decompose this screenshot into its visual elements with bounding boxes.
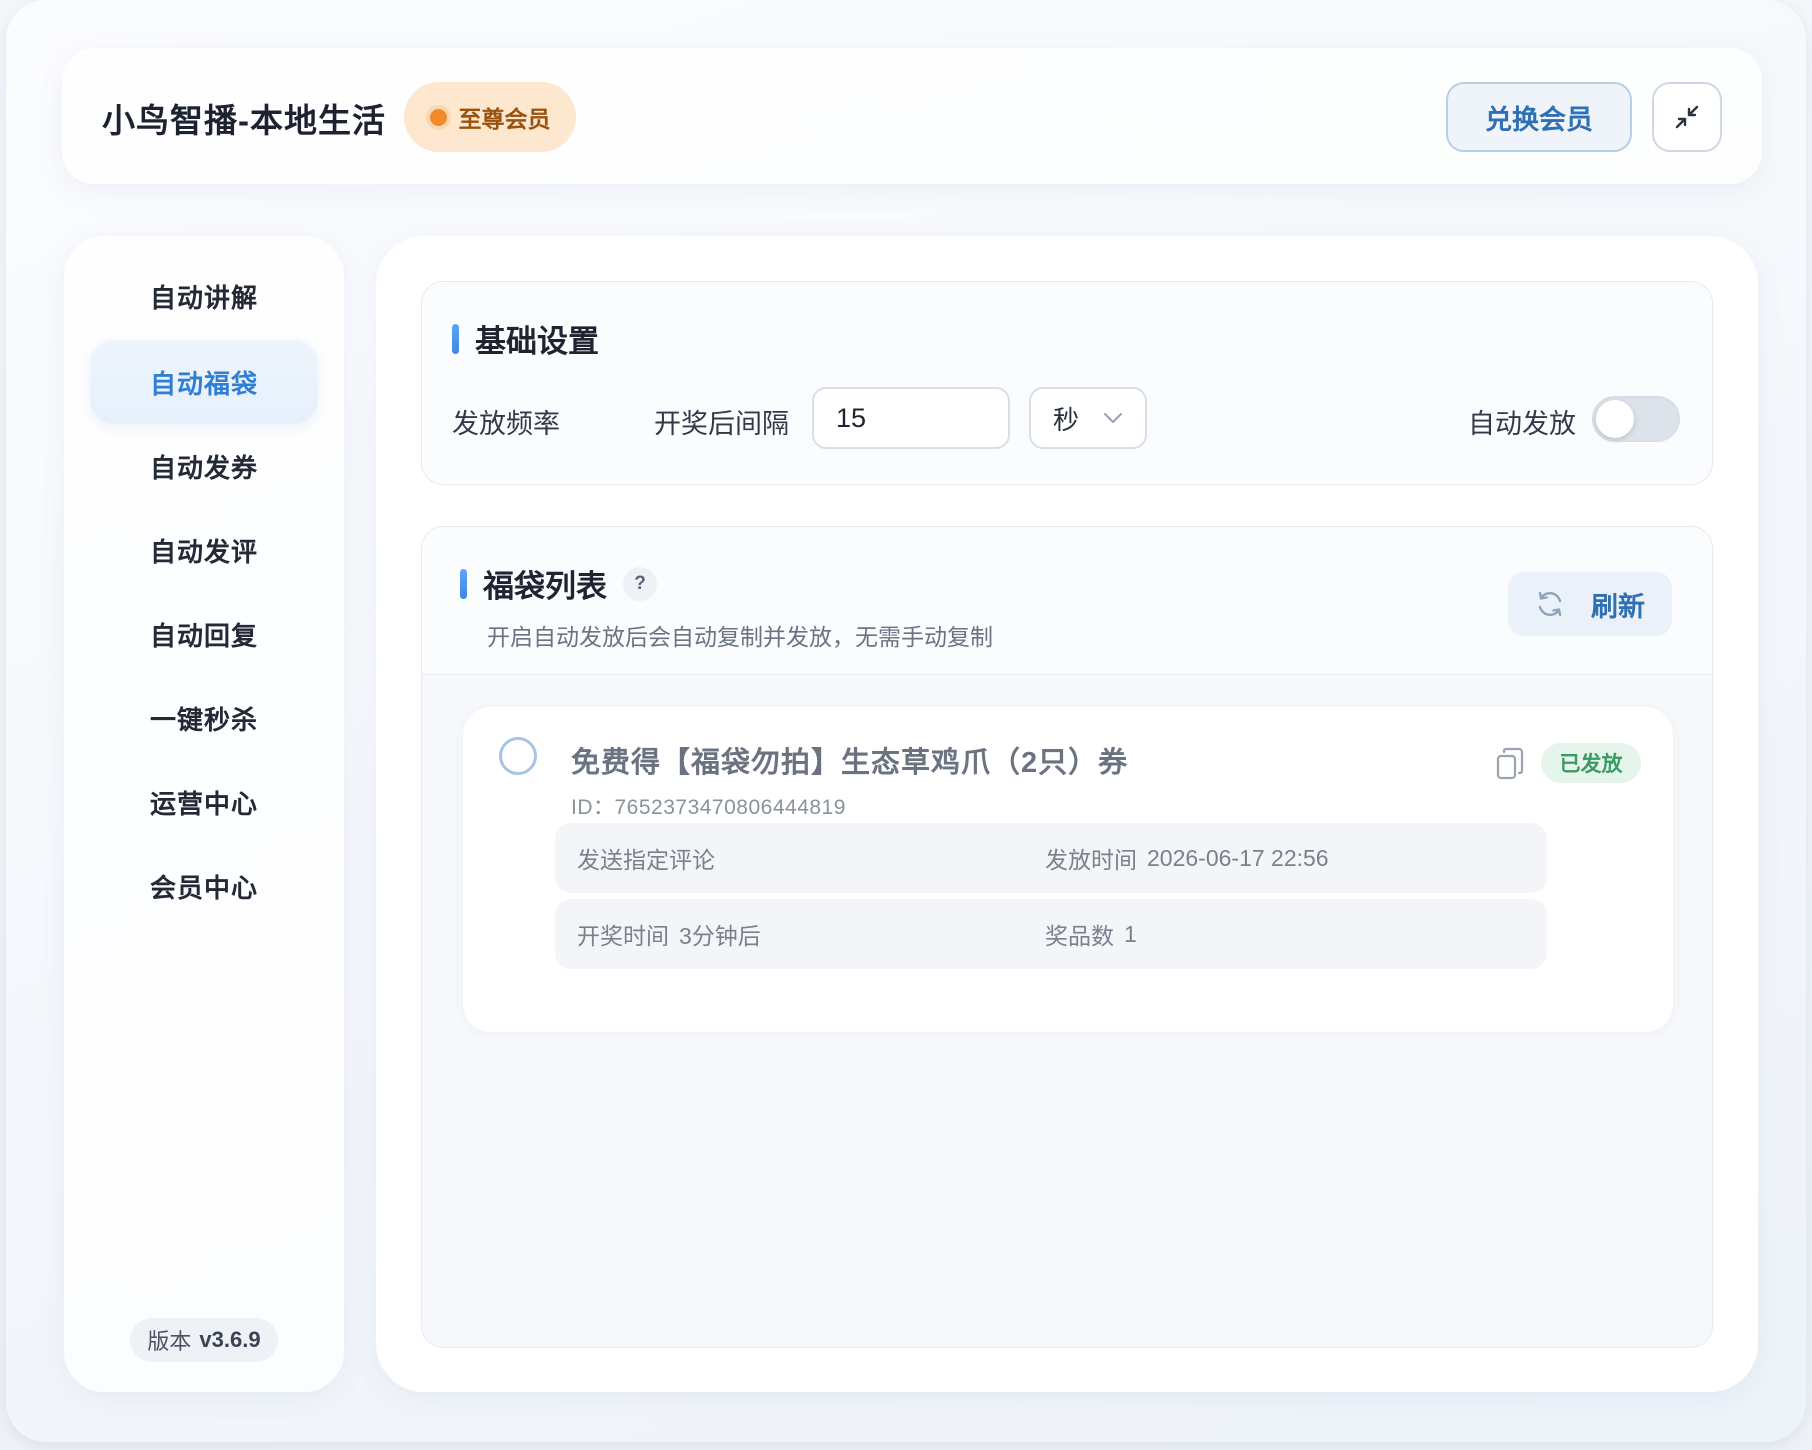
refresh-label: 刷新 [1591, 591, 1645, 622]
accent-bar [460, 568, 467, 599]
prize-count-field: 奖品数 1 [1023, 899, 1547, 969]
status-badge: 已发放 [1541, 743, 1641, 783]
interval-label: 开奖后间隔 [654, 409, 789, 439]
version-badge: 版本 v3.6.9 [130, 1318, 278, 1362]
sidebar-item-auto-reply[interactable]: 自动回复 [90, 592, 318, 676]
collapse-button[interactable] [1652, 82, 1722, 152]
sidebar-item-flash-sale[interactable]: 一键秒杀 [90, 676, 318, 760]
item-title: 免费得【福袋勿拍】生态草鸡爪（2只）券 [571, 747, 1129, 779]
comment-label: 发送指定评论 [577, 847, 715, 873]
app-title: 小鸟智播-本地生活 [102, 102, 386, 139]
lucky-bag-list-card: 福袋列表 ? 开启自动发放后会自动复制并发放，无需手动复制 刷新 免费得【福袋勿… [421, 526, 1713, 1348]
toggle-knob [1596, 400, 1634, 438]
issue-time-field: 发放时间 2026-06-17 22:56 [1023, 823, 1547, 893]
version-number: v3.6.9 [199, 1327, 261, 1352]
sidebar-item-member-center[interactable]: 会员中心 [90, 844, 318, 928]
vip-label: 至尊会员 [458, 106, 551, 132]
basic-settings-title: 基础设置 [452, 316, 599, 361]
auto-issue-label: 自动发放 [1468, 409, 1576, 439]
sidebar-item-label: 运营中心 [149, 788, 258, 819]
unit-select-value: 秒 [1053, 404, 1080, 435]
lucky-bag-list-title: 福袋列表 ? [460, 561, 657, 606]
draw-time-value: 3分钟后 [679, 923, 761, 949]
section-title-text: 福袋列表 [483, 569, 607, 604]
vip-dot-icon [429, 108, 447, 126]
header-bar: 小鸟智播-本地生活 至尊会员 兑换会员 [62, 48, 1762, 184]
prize-count-value: 1 [1124, 920, 1137, 947]
unit-select[interactable]: 秒 [1029, 387, 1147, 449]
sidebar-item-auto-coupon[interactable]: 自动发券 [90, 424, 318, 508]
lucky-bag-list-header: 福袋列表 ? 开启自动发放后会自动复制并发放，无需手动复制 刷新 [422, 527, 1712, 675]
auto-issue-toggle[interactable] [1592, 396, 1680, 442]
copy-icon[interactable] [1495, 747, 1525, 781]
app-window: 小鸟智播-本地生活 至尊会员 兑换会员 自动讲解 自动福袋 自动发券 自动发评 … [6, 0, 1806, 1442]
chevron-down-icon [1104, 413, 1122, 423]
refresh-button[interactable]: 刷新 [1508, 572, 1672, 636]
frequency-label: 发放频率 [452, 409, 560, 439]
item-select-radio[interactable] [499, 737, 537, 775]
sidebar-item-label: 自动发评 [149, 536, 258, 567]
sidebar-item-auto-comment[interactable]: 自动发评 [90, 508, 318, 592]
vip-badge: 至尊会员 [404, 82, 576, 152]
main-panel: 基础设置 发放频率 开奖后间隔 秒 自动发放 福袋列表 ? [376, 236, 1758, 1392]
redeem-membership-button[interactable]: 兑换会员 [1446, 82, 1632, 152]
prize-count-label: 奖品数 [1045, 923, 1114, 949]
comment-field[interactable]: 发送指定评论 [555, 823, 1079, 893]
sidebar-item-auto-explain[interactable]: 自动讲解 [90, 254, 318, 338]
sidebar: 自动讲解 自动福袋 自动发券 自动发评 自动回复 一键秒杀 运营中心 会员中心 … [64, 236, 344, 1392]
interval-input[interactable] [812, 387, 1010, 449]
sidebar-item-label: 自动讲解 [149, 282, 258, 313]
draw-time-field: 开奖时间 3分钟后 [555, 899, 1079, 969]
help-icon[interactable]: ? [623, 566, 657, 601]
sidebar-item-label: 自动福袋 [149, 368, 258, 399]
item-id: ID：7652373470806444819 [571, 796, 846, 819]
sidebar-item-label: 一键秒杀 [149, 704, 258, 735]
lucky-bag-item[interactable]: 免费得【福袋勿拍】生态草鸡爪（2只）券 ID：76523734708064448… [463, 707, 1673, 1032]
issue-time-label: 发放时间 [1045, 847, 1137, 873]
collapse-arrows-icon [1675, 105, 1699, 129]
section-title-text: 基础设置 [475, 324, 599, 359]
sidebar-item-label: 自动回复 [149, 620, 258, 651]
accent-bar [452, 323, 459, 354]
issue-time-value: 2026-06-17 22:56 [1147, 844, 1329, 871]
basic-settings-card: 基础设置 发放频率 开奖后间隔 秒 自动发放 [421, 281, 1713, 485]
sidebar-item-auto-lucky-bag[interactable]: 自动福袋 [90, 340, 318, 424]
refresh-icon [1538, 591, 1562, 617]
sidebar-item-label: 会员中心 [149, 872, 258, 903]
draw-time-label: 开奖时间 [577, 923, 669, 949]
sidebar-item-label: 自动发券 [149, 452, 258, 483]
lucky-bag-list-subtitle: 开启自动发放后会自动复制并发放，无需手动复制 [487, 624, 993, 650]
sidebar-item-operation-center[interactable]: 运营中心 [90, 760, 318, 844]
version-prefix: 版本 [147, 1329, 192, 1354]
